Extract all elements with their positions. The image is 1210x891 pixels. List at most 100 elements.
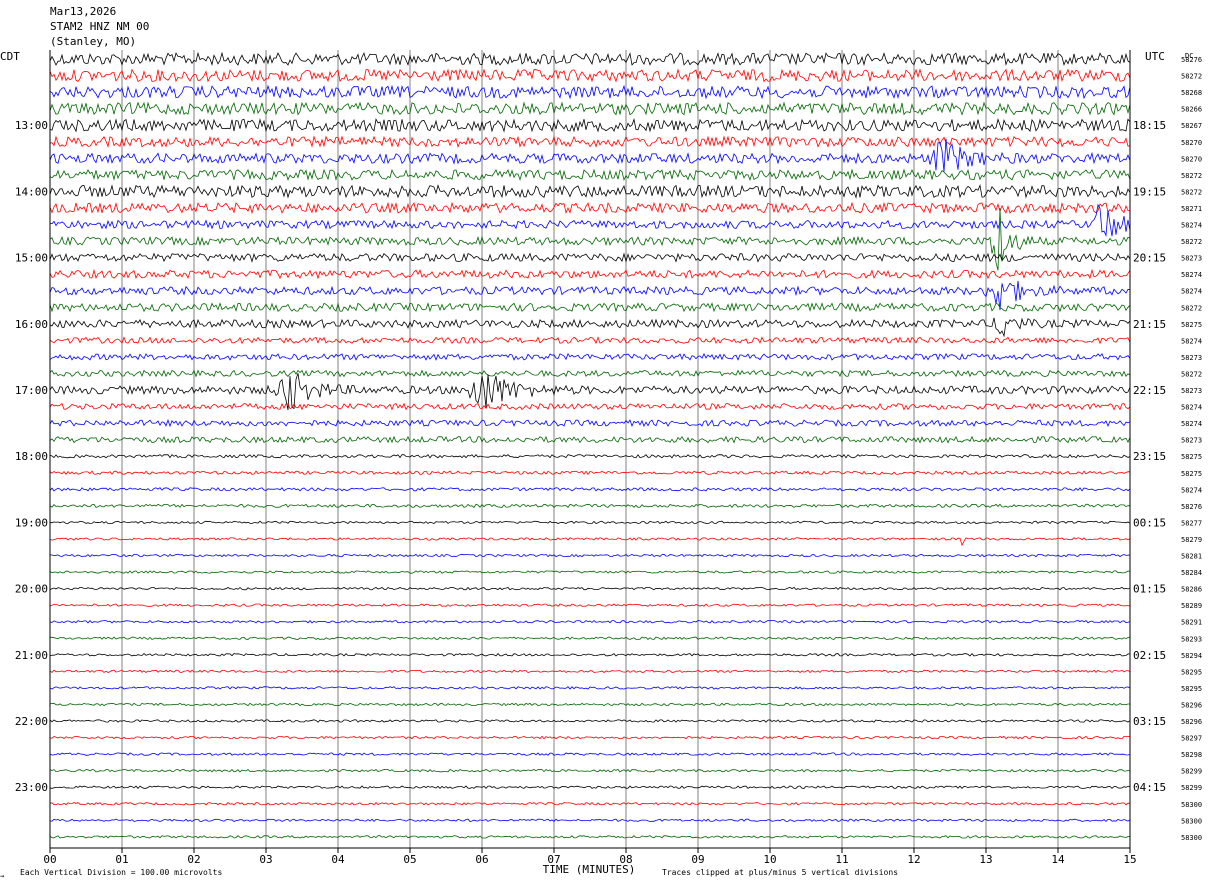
left-hour-label: 16:00 (15, 318, 48, 331)
x-tick-label: 03 (259, 853, 272, 866)
right-zone-label: UTC (1145, 50, 1165, 63)
dc-offset-label: 58275 (1181, 470, 1202, 478)
x-tick-label: 12 (907, 853, 920, 866)
trace-line (49, 818, 1131, 823)
x-tick-label: 06 (475, 853, 488, 866)
trace-line (49, 719, 1131, 723)
trace-line (49, 336, 1131, 345)
trace-line (49, 603, 1131, 607)
x-tick-label: 10 (763, 853, 776, 866)
x-tick-label: 15 (1123, 853, 1136, 866)
dc-offset-label: 58274 (1181, 404, 1202, 412)
dc-offset-label: 58272 (1181, 73, 1202, 81)
trace-line (49, 317, 1131, 338)
trace-line (49, 487, 1131, 492)
dc-offset-label: 58296 (1181, 718, 1202, 726)
trace-line (49, 503, 1131, 509)
left-hour-label: 18:00 (15, 450, 48, 463)
dc-offset-label: 58284 (1181, 569, 1202, 577)
dc-offset-label: 58272 (1181, 238, 1202, 246)
dc-offset-label: 58294 (1181, 652, 1202, 660)
dc-offset-label: 58300 (1181, 817, 1202, 825)
dc-offset-label: 58291 (1181, 619, 1202, 627)
trace-line (49, 702, 1130, 707)
trace-line (49, 51, 1131, 67)
dc-offset-label: 58270 (1181, 155, 1202, 163)
trace-line (49, 520, 1131, 525)
right-hour-label: 20:15 (1133, 252, 1166, 265)
left-zone-label: CDT (0, 50, 20, 63)
dc-offset-label: 58272 (1181, 370, 1202, 378)
dc-offset-label: 58299 (1181, 784, 1202, 792)
trace-line (49, 669, 1131, 674)
trace-line (49, 785, 1131, 790)
left-hour-label: 21:00 (15, 649, 48, 662)
trace-line (49, 352, 1131, 361)
right-hour-label: 04:15 (1133, 781, 1166, 794)
trace-line (49, 252, 1131, 263)
dc-offset-label: 58296 (1181, 701, 1202, 709)
trace-line (49, 768, 1131, 773)
dc-offset-label: 58266 (1181, 106, 1202, 114)
x-tick-label: 05 (403, 853, 416, 866)
header-date: Mar13,2026 (50, 5, 116, 18)
x-tick-label: 13 (979, 853, 992, 866)
x-tick-label: 00 (43, 853, 56, 866)
left-hour-label: 19:00 (15, 516, 48, 529)
dc-offset-label: 58299 (1181, 768, 1202, 776)
x-tick-label: 09 (691, 853, 704, 866)
trace-line (49, 280, 1131, 311)
left-hour-label: 13:00 (15, 119, 48, 132)
helicorder-plot: 00 01 02 03 04 05 06 07 08 09 10 11 12 13 14 15 Mar13,2… (0, 0, 1210, 886)
left-hour-label: 22:00 (15, 715, 48, 728)
dc-offset-label: 58271 (1181, 205, 1202, 213)
trace-line (49, 570, 1131, 574)
x-tick-label: 11 (835, 853, 848, 866)
dc-offset-label: 58270 (1181, 139, 1202, 147)
dc-offset-label: 58273 (1181, 437, 1202, 445)
right-hour-label: 22:15 (1133, 384, 1166, 397)
dc-offset-label: 58279 (1181, 536, 1202, 544)
dc-offset-label: 58267 (1181, 122, 1202, 130)
trace-line (49, 453, 1131, 459)
dc-offset-label: 58272 (1181, 172, 1202, 180)
trace-line (49, 686, 1131, 690)
helicorder-svg: 00 01 02 03 04 05 06 07 08 09 10 11 12 13 14 15 Mar13,2… (0, 5, 1202, 880)
dc-offset-label: 58275 (1181, 321, 1202, 329)
trace-line (49, 537, 1131, 547)
trace-line (49, 586, 1131, 591)
dc-offset-label: 58300 (1181, 834, 1202, 842)
dc-offset-label: 58277 (1181, 519, 1202, 527)
right-hour-label: 02:15 (1133, 649, 1166, 662)
minute-grid (121, 50, 1059, 848)
trace-line (49, 636, 1131, 640)
left-hour-label: 14:00 (15, 185, 48, 198)
dc-offset-label: 58273 (1181, 387, 1202, 395)
scale-note: Each Vertical Division = 100.00 microvol… (20, 868, 222, 877)
trace-line (49, 418, 1131, 428)
right-hour-label: 01:15 (1133, 583, 1166, 596)
trace-line (49, 752, 1131, 756)
dc-offset-label: 58281 (1181, 553, 1202, 561)
trace-line (49, 168, 1131, 182)
dc-offset-label: 58272 (1181, 188, 1202, 196)
trace-line (49, 68, 1131, 83)
trace-line (49, 802, 1131, 806)
trace-line (49, 302, 1131, 313)
trace-line (49, 268, 1131, 280)
dc-offset-label: 58298 (1181, 751, 1202, 759)
right-hour-label: 03:15 (1133, 715, 1166, 728)
header-station: STAM2 HNZ NM 00 (50, 20, 149, 33)
trace-line (49, 553, 1131, 558)
trace-line (49, 435, 1131, 444)
trace-line (49, 117, 1131, 133)
right-hour-label: 19:15 (1133, 185, 1166, 198)
left-hour-label: 17:00 (15, 384, 48, 397)
right-hour-label: 18:15 (1133, 119, 1166, 132)
right-hour-label: 23:15 (1133, 450, 1166, 463)
dc-offset-label: 58274 (1181, 271, 1202, 279)
trace-group (49, 51, 1131, 839)
axes: 00 01 02 03 04 05 06 07 08 09 10 11 12 13 14 15 (43, 50, 1137, 866)
dc-offset-label: 58273 (1181, 255, 1202, 263)
trace-line (49, 369, 1131, 378)
